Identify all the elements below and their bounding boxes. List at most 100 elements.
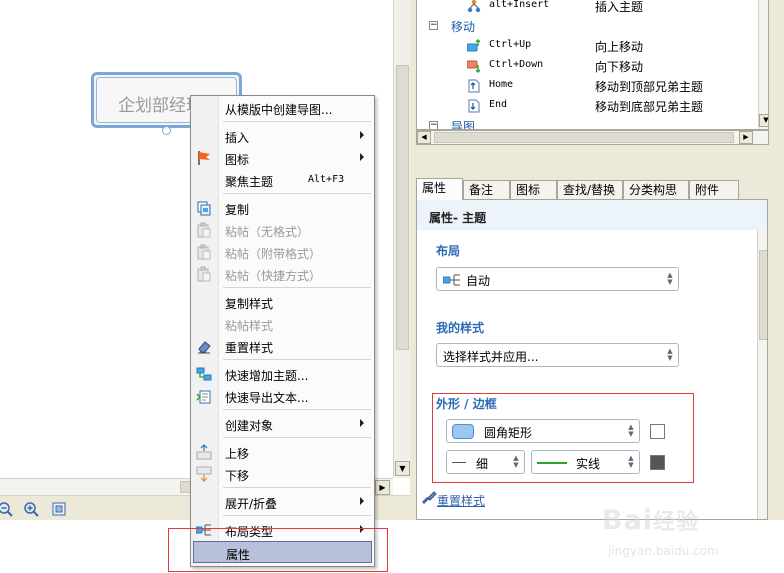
shortcut-key: Ctrl+Up xyxy=(489,39,532,50)
menu-item: 粘帖（无格式） xyxy=(193,219,372,241)
list-item[interactable]: Ctrl+Up 向上移动 xyxy=(417,36,757,56)
tab-icons[interactable]: 图标 xyxy=(510,180,557,199)
menu-item[interactable]: 下移 xyxy=(193,463,372,485)
group-name: 导图 xyxy=(451,120,476,130)
menu-item-label: 快速导出文本... xyxy=(225,391,309,405)
reset-style-link[interactable]: 重置样式 xyxy=(437,492,485,509)
menu-item-label: 图标 xyxy=(225,153,250,167)
zoom-out-icon[interactable] xyxy=(0,501,13,517)
context-menu: 从模版中创建导图... 插入图标聚焦主题 Alt+F3 复制粘帖（无格式） 粘帖（附带格… xyxy=(190,95,375,567)
submenu-arrow-icon xyxy=(360,419,364,427)
flag-icon xyxy=(196,150,212,166)
layout-select[interactable]: 自动 ▲ ▼ xyxy=(436,267,679,291)
scroll-thumb[interactable] xyxy=(396,65,409,350)
move-bottom-icon xyxy=(467,99,481,113)
menu-item-label: 聚焦主题 xyxy=(225,175,274,189)
shortcut-desc: 插入主题 xyxy=(595,0,644,14)
eraser-icon xyxy=(196,338,212,354)
menu-item-label: 插入 xyxy=(225,131,250,145)
menu-item-label: 上移 xyxy=(225,447,250,461)
menu-item[interactable]: 快速增加主题... xyxy=(193,363,372,385)
list-item[interactable]: alt+Insert 插入主题 xyxy=(417,0,757,16)
menu-item[interactable]: 图标 xyxy=(193,147,372,169)
properties-scrollbar[interactable] xyxy=(757,230,767,519)
list-item[interactable]: Ctrl+Down 向下移动 xyxy=(417,56,757,76)
menu-item-shortcut: Alt+F3 xyxy=(308,174,345,185)
menu-item[interactable]: 展开/折叠 xyxy=(193,491,372,513)
baidu-watermark: Bai经验 jingyan.baidu.com xyxy=(598,500,780,572)
zoom-in-icon[interactable] xyxy=(23,501,39,517)
copy-icon xyxy=(196,200,212,216)
tab-properties[interactable]: 属性 xyxy=(416,178,463,200)
menu-separator xyxy=(223,287,371,288)
submenu-arrow-icon xyxy=(360,497,364,505)
paste-icon xyxy=(196,266,212,282)
paste-icon xyxy=(196,244,212,260)
paste-icon xyxy=(196,222,212,238)
fit-to-window-icon[interactable] xyxy=(51,501,67,517)
shortcut-desc: 移动到顶部兄弟主题 xyxy=(595,80,704,94)
menu-item[interactable]: 插入 xyxy=(193,125,372,147)
style-select[interactable]: 选择样式并应用... ▲ ▼ xyxy=(436,343,679,367)
menu-item-label: 复制样式 xyxy=(225,297,274,311)
list-vertical-scrollbar[interactable]: ▼ xyxy=(758,0,768,129)
move-up-icon xyxy=(196,444,212,460)
menu-item[interactable]: 复制 xyxy=(193,197,372,219)
tab-brainstorm[interactable]: 分类构思 xyxy=(623,180,689,199)
list-item[interactable]: Home 移动到顶部兄弟主题 xyxy=(417,76,757,96)
scroll-down-arrow-icon[interactable]: ▼ xyxy=(395,461,410,476)
properties-title: 属性- 主题 xyxy=(429,211,487,225)
scroll-right-arrow-icon[interactable]: ▶ xyxy=(375,480,390,495)
scroll-right-arrow-icon[interactable]: ▶ xyxy=(739,131,753,144)
scroll-thumb[interactable] xyxy=(759,250,767,340)
menu-item-label: 粘帖（附带格式） xyxy=(225,247,322,261)
collapse-toggle-icon[interactable]: − xyxy=(429,21,438,30)
menu-separator xyxy=(223,409,371,410)
canvas-vertical-scrollbar[interactable]: ▼ xyxy=(393,0,410,478)
menu-item-label: 创建对象 xyxy=(225,419,274,433)
menu-item-label: 粘帖样式 xyxy=(225,319,274,333)
menu-item[interactable]: 从模版中创建导图... xyxy=(193,97,372,119)
scroll-left-arrow-icon[interactable]: ◀ xyxy=(417,131,431,144)
menu-separator xyxy=(223,437,371,438)
quick-add-icon xyxy=(196,366,212,382)
menu-item-label: 展开/折叠 xyxy=(225,497,278,511)
collapse-toggle-icon[interactable]: − xyxy=(429,121,438,129)
tab-attachments[interactable]: 附件 xyxy=(689,180,739,199)
menu-item[interactable]: 创建对象 xyxy=(193,413,372,435)
list-group[interactable]: − 导图 xyxy=(417,116,757,130)
topic-collapse-handle[interactable] xyxy=(162,126,171,135)
brush-icon xyxy=(421,491,437,505)
shortcut-desc: 向上移动 xyxy=(595,40,644,54)
menu-item-label: 快速增加主题... xyxy=(225,369,309,383)
move-up-icon xyxy=(466,39,481,53)
move-top-icon xyxy=(467,79,481,93)
list-group[interactable]: − 移动 xyxy=(417,16,757,36)
submenu-arrow-icon xyxy=(360,153,364,161)
tab-find-replace[interactable]: 查找/替换 xyxy=(557,180,623,199)
menu-separator xyxy=(223,359,371,360)
menu-item: 粘帖样式 xyxy=(193,313,372,335)
submenu-arrow-icon xyxy=(360,131,364,139)
scroll-down-arrow-icon[interactable]: ▼ xyxy=(759,114,768,127)
list-item[interactable]: End 移动到底部兄弟主题 xyxy=(417,96,757,116)
list-horizontal-scrollbar[interactable]: ◀ ▶ xyxy=(416,130,769,145)
menu-item-label: 粘帖（无格式） xyxy=(225,225,310,239)
tab-notes[interactable]: 备注 xyxy=(463,180,510,199)
menu-item[interactable]: 重置样式 xyxy=(193,335,372,357)
menu-item: 粘帖（附带格式） xyxy=(193,241,372,263)
export-text-icon xyxy=(196,388,212,404)
menu-item[interactable]: 上移 xyxy=(193,441,372,463)
shortcut-list: alt+Insert 插入主题 − 移动 Ctrl+Up 向上移动 Ctrl+D… xyxy=(416,0,769,130)
watermark-url: jingyan.baidu.com xyxy=(608,544,719,558)
menu-item[interactable]: 复制样式 xyxy=(193,291,372,313)
highlight-box xyxy=(168,528,388,572)
watermark-text: Bai经验 xyxy=(602,505,700,536)
menu-item[interactable]: 快速导出文本... xyxy=(193,385,372,407)
menu-item: 粘帖（快捷方式） xyxy=(193,263,372,285)
menu-separator xyxy=(223,121,371,122)
menu-item[interactable]: 聚焦主题 Alt+F3 xyxy=(193,169,372,191)
menu-item-label: 重置样式 xyxy=(225,341,274,355)
menu-item-label: 下移 xyxy=(225,469,250,483)
scroll-thumb[interactable] xyxy=(434,132,734,143)
